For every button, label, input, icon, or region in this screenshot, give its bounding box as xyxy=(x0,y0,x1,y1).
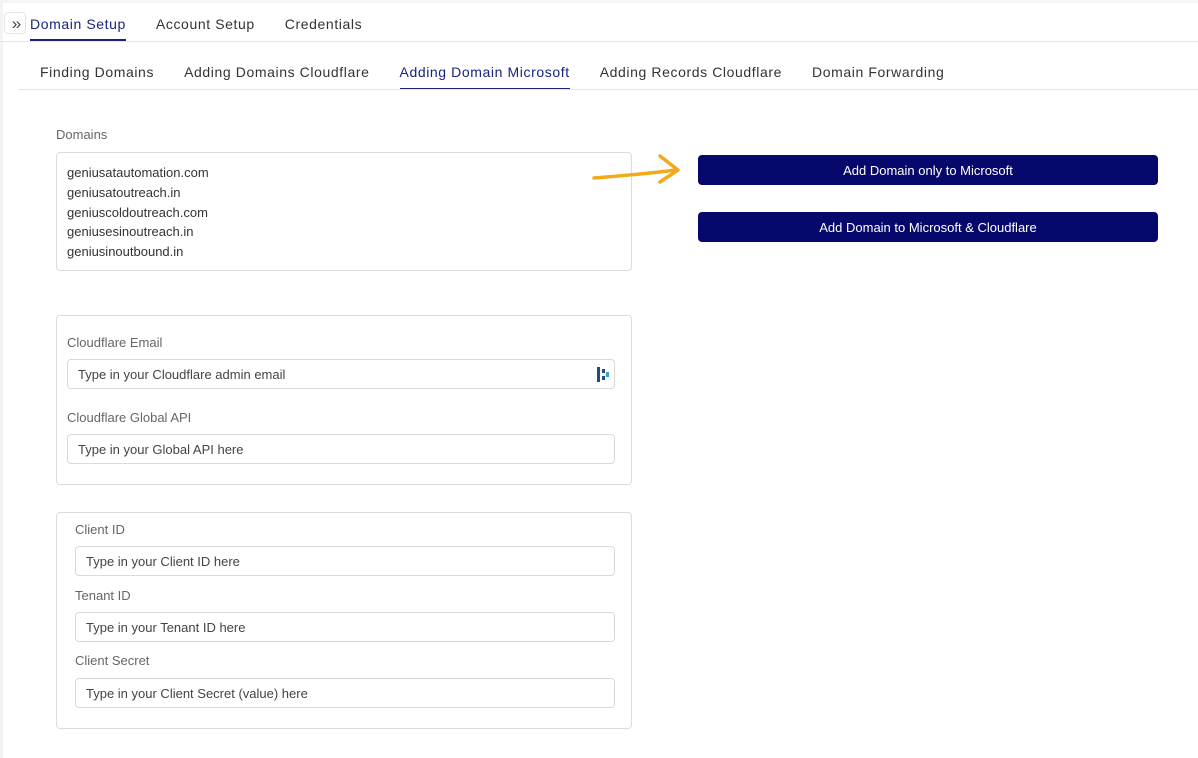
client-secret-field[interactable]: Type in your Client Secret (value) here xyxy=(75,678,615,708)
subtab-adding-records-cloudflare[interactable]: Adding Records Cloudflare xyxy=(600,64,782,80)
add-domain-microsoft-only-button[interactable]: Add Domain only to Microsoft xyxy=(698,155,1158,185)
client-secret-placeholder: Type in your Client Secret (value) here xyxy=(86,685,308,701)
cloudflare-api-field[interactable]: Type in your Global API here xyxy=(67,434,615,464)
tenant-id-field[interactable]: Type in your Tenant ID here xyxy=(75,612,615,642)
sub-tabs: Finding Domains Adding Domains Cloudflar… xyxy=(40,64,974,90)
subtab-adding-domain-microsoft[interactable]: Adding Domain Microsoft xyxy=(399,64,570,90)
subtab-finding-domains[interactable]: Finding Domains xyxy=(40,64,154,80)
cloudflare-email-label: Cloudflare Email xyxy=(67,335,163,350)
tab-credentials[interactable]: Credentials xyxy=(285,16,362,32)
cloudflare-email-field[interactable]: Type in your Cloudflare admin email xyxy=(67,359,615,389)
client-secret-label: Client Secret xyxy=(75,653,150,668)
domain-line: geniusesinoutreach.in xyxy=(67,224,194,240)
client-id-placeholder: Type in your Client ID here xyxy=(86,553,240,569)
sub-tabs-divider xyxy=(18,89,1198,90)
top-strip xyxy=(0,0,1198,3)
subtab-adding-domains-cloudflare[interactable]: Adding Domains Cloudflare xyxy=(184,64,369,80)
tenant-id-label: Tenant ID xyxy=(75,588,131,603)
add-domain-microsoft-cloudflare-button[interactable]: Add Domain to Microsoft & Cloudflare xyxy=(698,212,1158,242)
main-tabs-divider xyxy=(0,41,1198,42)
password-manager-icon[interactable] xyxy=(597,367,609,382)
domains-textarea[interactable]: geniusatautomation.com geniusatoutreach.… xyxy=(56,152,632,271)
domain-line: geniusatautomation.com xyxy=(67,165,209,180)
domain-line: geniusatoutreach.in xyxy=(67,184,181,200)
arrow-right-icon xyxy=(592,154,680,184)
expand-sidebar-button[interactable]: » xyxy=(4,12,26,34)
tab-account-setup[interactable]: Account Setup xyxy=(156,16,255,32)
tenant-id-placeholder: Type in your Tenant ID here xyxy=(86,619,246,635)
double-chevron-right-icon: » xyxy=(11,13,22,33)
subtab-domain-forwarding[interactable]: Domain Forwarding xyxy=(812,64,944,80)
domains-label: Domains xyxy=(56,127,108,142)
domain-line: geniusinoutbound.in xyxy=(67,244,184,260)
domain-line: geniuscoldoutreach.com xyxy=(67,204,208,220)
cloudflare-email-placeholder: Type in your Cloudflare admin email xyxy=(78,366,286,382)
client-id-label: Client ID xyxy=(75,522,125,537)
client-id-field[interactable]: Type in your Client ID here xyxy=(75,546,615,576)
cloudflare-api-placeholder: Type in your Global API here xyxy=(78,441,244,457)
left-strip xyxy=(0,0,3,758)
tab-domain-setup[interactable]: Domain Setup xyxy=(30,16,126,41)
main-tabs: Domain Setup Account Setup Credentials xyxy=(30,16,392,41)
cloudflare-api-label: Cloudflare Global API xyxy=(67,410,192,425)
